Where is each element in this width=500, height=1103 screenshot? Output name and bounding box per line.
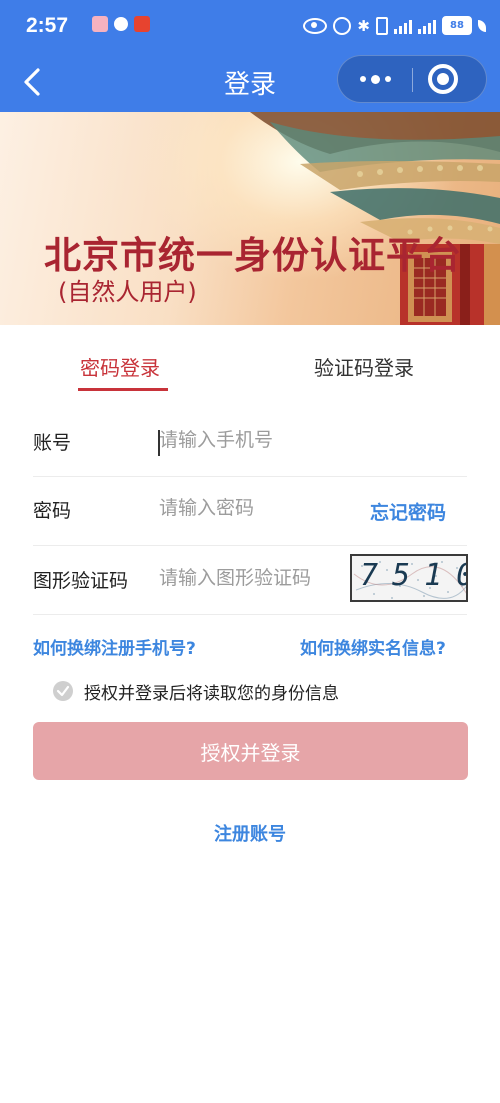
capsule-divider	[412, 68, 413, 92]
captcha-input[interactable]	[159, 567, 339, 589]
close-miniprogram-button[interactable]	[428, 64, 458, 94]
status-bar: 2:57 ✱ 88	[0, 0, 500, 52]
consent-checkbox[interactable]	[53, 681, 73, 701]
status-notification-icons	[92, 16, 150, 32]
notification-app-icon	[92, 16, 108, 32]
more-button[interactable]	[338, 56, 412, 102]
nav-bar: 登录	[0, 52, 500, 112]
bluetooth-icon: ✱	[357, 16, 370, 35]
divider	[33, 476, 467, 477]
platform-title: 北京市统一身份认证平台	[44, 234, 462, 277]
text-cursor	[158, 430, 160, 456]
battery-icon: 88	[442, 16, 472, 35]
register-account-link[interactable]: 注册账号	[0, 820, 500, 846]
banner: 北京市统一身份认证平台 (自然人用户)	[0, 112, 500, 325]
tab-password-login[interactable]: 密码登录	[80, 352, 160, 381]
authorize-login-button[interactable]: 授权并登录	[33, 722, 468, 780]
change-realname-link[interactable]: 如何换绑实名信息?	[300, 634, 446, 659]
forgot-password-link[interactable]: 忘记密码	[370, 498, 446, 525]
vibrate-icon	[376, 16, 388, 35]
more-dots-icon	[359, 76, 366, 82]
miniprogram-capsule	[337, 55, 487, 103]
account-input[interactable]	[159, 429, 359, 451]
password-input[interactable]	[159, 497, 359, 519]
divider	[33, 545, 467, 546]
notification-app-icon-red	[134, 16, 150, 32]
alarm-icon	[333, 16, 352, 35]
search-notification-icon	[114, 17, 128, 31]
check-icon	[56, 685, 70, 697]
status-time: 2:57	[26, 14, 69, 37]
change-phone-link[interactable]: 如何换绑注册手机号?	[33, 634, 196, 659]
password-label: 密码	[33, 500, 72, 522]
captcha-text: 7510	[360, 558, 466, 593]
platform-subtitle: (自然人用户)	[58, 278, 197, 306]
status-system-icons: ✱ 88	[303, 16, 486, 35]
consent-text: 授权并登录后将读取您的身份信息	[84, 684, 339, 704]
captcha-image[interactable]: 7510	[350, 554, 468, 602]
power-saving-icon	[478, 19, 486, 32]
signal-icon-2	[418, 18, 436, 34]
account-label: 账号	[33, 432, 72, 454]
divider	[33, 614, 467, 615]
eye-icon	[303, 17, 328, 34]
signal-icon	[394, 18, 412, 34]
active-tab-indicator	[78, 388, 168, 391]
tab-sms-login[interactable]: 验证码登录	[314, 352, 414, 381]
captcha-label: 图形验证码	[33, 570, 129, 592]
